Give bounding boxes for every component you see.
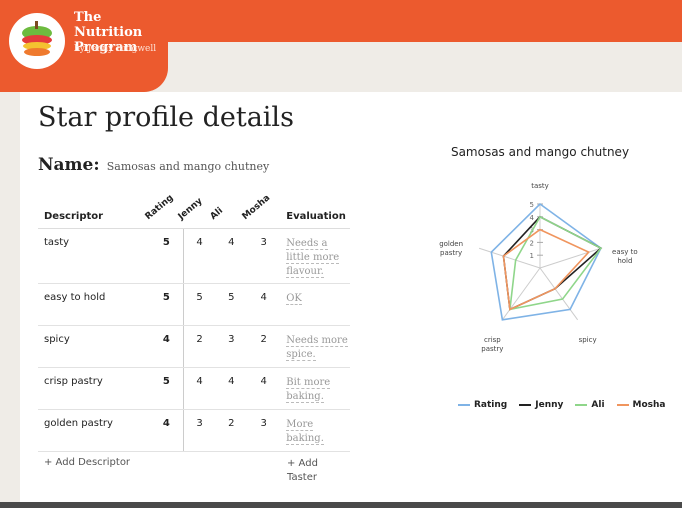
legend-label: Jenny [535,400,564,410]
descriptor-cell[interactable]: easy to hold [38,283,150,326]
chart-legend: Rating Jenny Ali Mosha [458,400,666,410]
score-cell[interactable]: 4 [183,228,216,284]
rating-cell[interactable]: 4 [150,325,184,368]
page-title: Star profile details [38,102,294,133]
column-header-descriptor: Descriptor [38,190,150,229]
evaluation-cell[interactable]: Needs a little more flavour. [280,228,350,284]
radar-tick-label: 2 [530,239,534,247]
star-profile-table: Descriptor Rating Jenny Ali Mosha Evalua… [38,190,350,452]
descriptor-cell[interactable]: spicy [38,325,150,368]
score-cell[interactable]: 4 [183,367,216,410]
add-descriptor-button[interactable]: + Add Descriptor [44,457,130,468]
column-header-ali[interactable]: Ali [209,190,248,229]
score-cell[interactable]: 2 [215,409,248,452]
descriptor-cell[interactable]: golden pastry [38,409,150,452]
legend-swatch [575,404,588,406]
evaluation-cell[interactable]: Bit more baking. [280,367,350,410]
score-cell[interactable]: 4 [247,367,281,410]
radar-axis-label: golden pastry [439,240,463,257]
legend-swatch [458,404,470,406]
score-cell[interactable]: 5 [215,283,248,326]
radar-chart: 12345tastyeasy to holdspicycrisp pastrygol… [439,182,638,353]
descriptor-cell[interactable]: crisp pastry [38,367,150,410]
table-row: tasty 5 4 4 3 Needs a little more flavou… [38,228,350,284]
score-cell[interactable]: 2 [247,325,281,368]
evaluation-text[interactable]: OK [286,292,302,305]
score-cell[interactable]: 2 [183,325,216,368]
name-value: Samosas and mango chutney [106,160,270,173]
legend-swatch [519,404,532,406]
radar-axis-label: tasty [531,182,549,190]
legend-item-ali[interactable]: Ali [575,400,605,410]
evaluation-text[interactable]: More baking. [286,418,324,445]
radar-axis-label: spicy [579,336,597,344]
table-header-row: Descriptor Rating Jenny Ali Mosha Evalua… [38,190,350,229]
column-header-mosha[interactable]: Mosha [241,190,281,229]
add-taster-button[interactable]: + Add Taster [287,457,337,485]
column-header-rating: Rating [144,190,184,229]
table-row: golden pastry 4 3 2 3 More baking. [38,409,350,452]
legend-label: Rating [474,400,508,410]
rating-cell[interactable]: 5 [150,228,184,284]
legend-item-mosha[interactable]: Mosha [616,400,666,410]
evaluation-text[interactable]: Needs a little more flavour. [286,237,340,278]
rating-cell[interactable]: 5 [150,367,184,410]
descriptor-cell[interactable]: tasty [38,228,150,284]
radar-axis-label: easy to hold [612,248,638,265]
chart-title: Samosas and mango chutney [450,145,630,159]
evaluation-cell[interactable]: Needs more spice. [280,325,350,368]
table-row: crisp pastry 5 4 4 4 Bit more baking. [38,367,350,410]
name-row: Name: Samosas and mango chutney [38,155,269,175]
radar-tick-label: 1 [530,252,534,260]
evaluation-text[interactable]: Needs more spice. [286,334,348,361]
score-cell[interactable]: 3 [247,228,281,284]
brand-subtitle: by Jenny Ridgwell [74,44,157,54]
name-label: Name: [38,155,100,175]
rating-cell[interactable]: 5 [150,283,184,326]
radar-tick-label: 4 [530,214,535,222]
radar-series-jenny [502,215,603,311]
table-row: spicy 4 2 3 2 Needs more spice. [38,325,350,368]
radar-tick-label: 5 [530,201,534,209]
score-cell[interactable]: 3 [183,409,216,452]
app-logo[interactable] [9,13,65,69]
table-row: easy to hold 5 5 5 4 OK [38,283,350,326]
score-cell[interactable]: 4 [247,283,281,326]
bottom-bar [0,502,682,508]
legend-swatch [616,404,629,406]
score-cell[interactable]: 4 [215,228,248,284]
legend-item-rating[interactable]: Rating [458,400,507,410]
legend-item-jenny[interactable]: Jenny [519,400,563,410]
score-cell[interactable]: 5 [183,283,216,326]
legend-label: Ali [591,400,605,410]
column-header-evaluation: Evaluation [280,190,350,229]
evaluation-text[interactable]: Bit more baking. [286,376,331,403]
food-stack-icon [22,21,52,56]
rating-cell[interactable]: 4 [150,409,184,452]
evaluation-cell[interactable]: More baking. [280,409,350,452]
column-header-jenny[interactable]: Jenny [177,190,216,229]
score-cell[interactable]: 4 [215,367,248,410]
evaluation-cell[interactable]: OK [280,283,350,326]
legend-label: Mosha [632,400,666,410]
score-cell[interactable]: 3 [247,409,281,452]
radar-axis-label: crisp pastry [481,336,503,353]
score-cell[interactable]: 3 [215,325,248,368]
